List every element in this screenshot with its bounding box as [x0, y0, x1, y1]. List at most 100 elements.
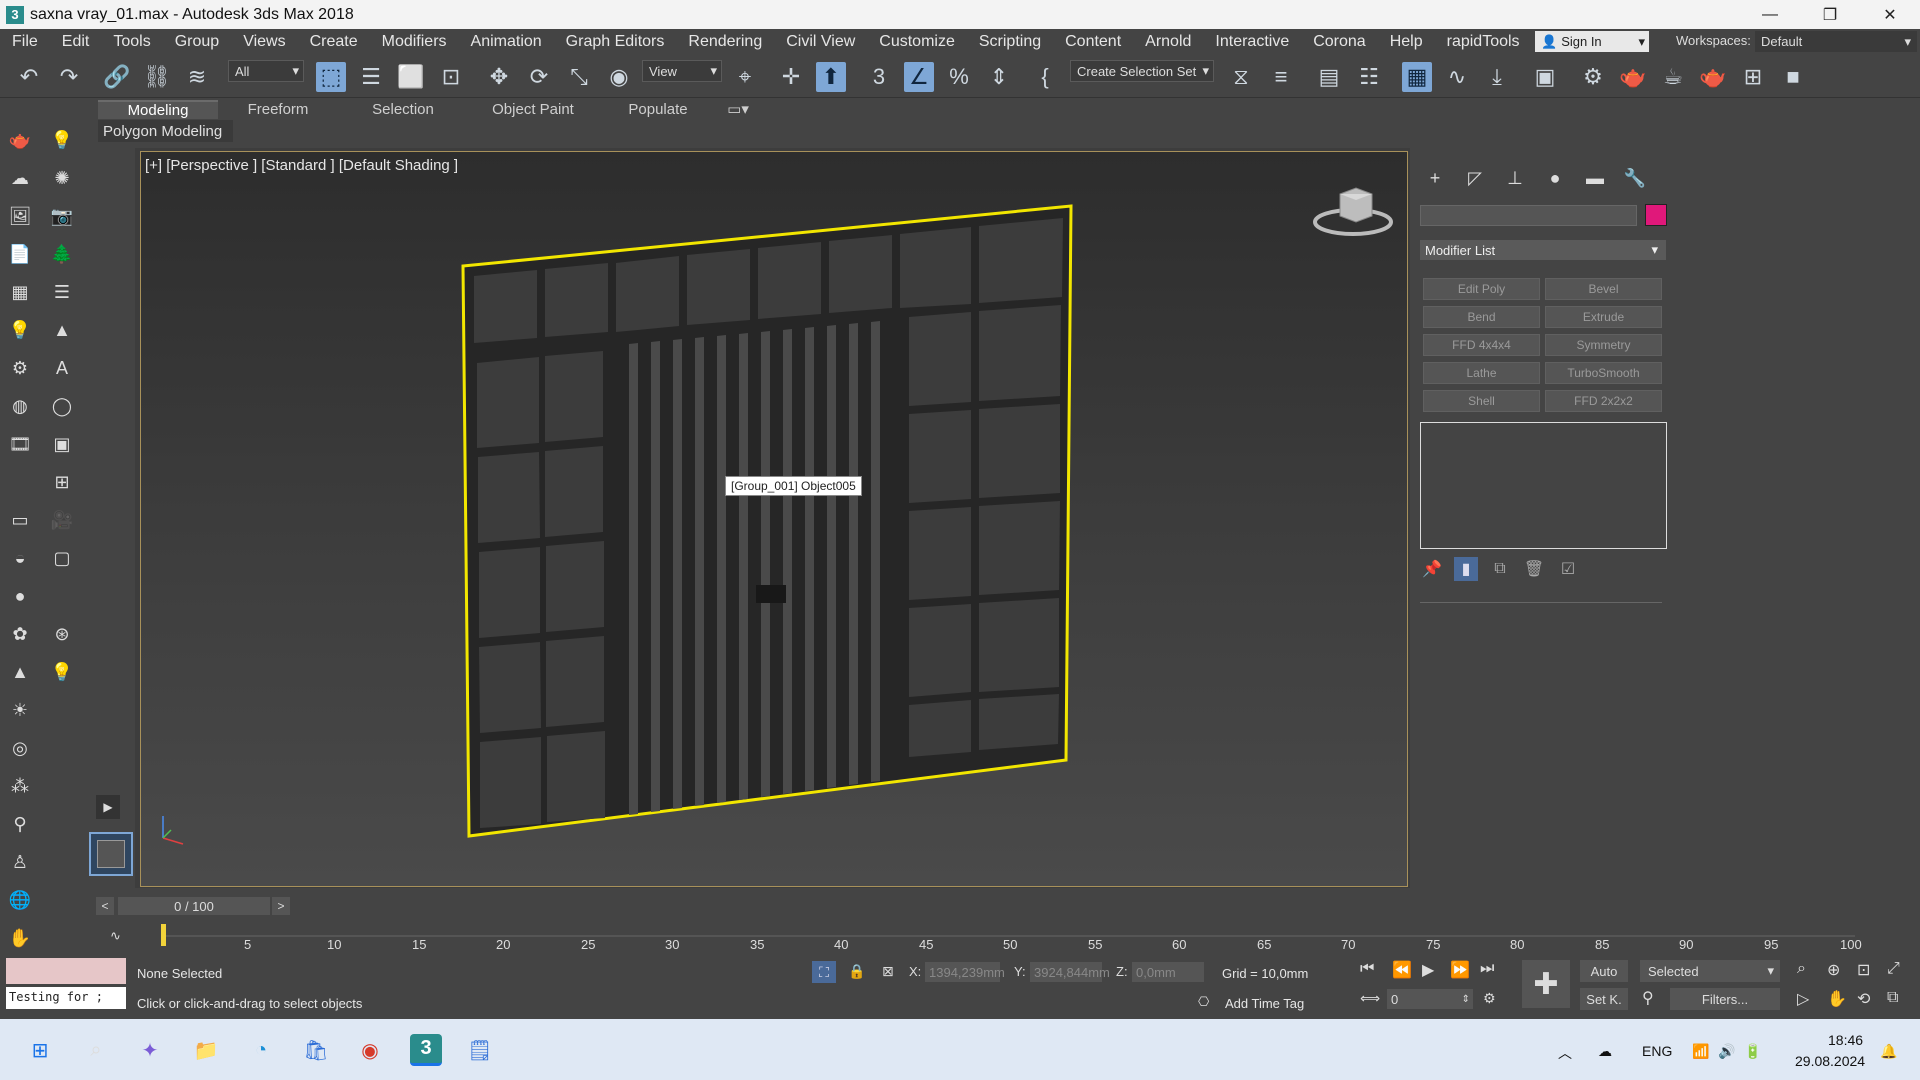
copilot-icon[interactable]: ✦ — [134, 1034, 166, 1066]
motion-tab-icon[interactable]: ● — [1535, 165, 1575, 191]
schematic-view-icon[interactable]: ⤓ — [1482, 62, 1512, 92]
file-explorer-icon[interactable]: 📁 — [190, 1034, 222, 1066]
angle-snap-icon[interactable]: ∠ — [904, 62, 934, 92]
cloud-icon[interactable]: ☁ — [6, 164, 34, 192]
previous-frame-button[interactable]: < — [96, 897, 114, 915]
edge-icon[interactable]: ◔ — [245, 1034, 277, 1066]
go-to-end-icon[interactable]: ⏭ — [1480, 960, 1494, 978]
select-object-icon[interactable]: ⬚ — [316, 62, 346, 92]
manipulate-icon[interactable]: ✛ — [776, 62, 806, 92]
minimize-button[interactable]: — — [1740, 0, 1800, 29]
helper-icon[interactable]: ⚙ — [6, 354, 34, 382]
render-message-icon[interactable]: ■ — [1778, 62, 1808, 92]
globe-icon[interactable]: 🌐 — [6, 886, 34, 914]
maximize-viewport-icon[interactable]: ⧉ — [1887, 989, 1898, 1007]
expand-arrow-icon[interactable]: ▶ — [96, 795, 120, 819]
sunlight-icon[interactable]: ☀ — [6, 696, 34, 724]
menu-arnold[interactable]: Arnold — [1133, 33, 1203, 51]
named-selection-set-dropdown[interactable]: Create Selection Set ▾ — [1070, 60, 1214, 82]
biped-icon[interactable]: ♙ — [6, 848, 34, 876]
z-coordinate-field[interactable]: 0,0mm — [1132, 962, 1204, 982]
3dsmax-taskbar-icon[interactable]: 3 — [410, 1034, 442, 1066]
modifier-edit-poly-button[interactable]: Edit Poly — [1423, 278, 1540, 300]
menu-civil-view[interactable]: Civil View — [774, 33, 867, 51]
frame-icon[interactable]: ▣ — [48, 430, 76, 458]
onedrive-icon[interactable]: ☁ — [1598, 1043, 1612, 1060]
clock-date[interactable]: 29.08.2024 — [1795, 1053, 1865, 1069]
modifier-lathe-button[interactable]: Lathe — [1423, 362, 1540, 384]
undo-icon[interactable]: ↶ — [14, 62, 44, 92]
menu-customize[interactable]: Customize — [867, 33, 967, 51]
render-production-icon[interactable]: ☕ — [1658, 62, 1688, 92]
tree-icon[interactable]: 🌲 — [48, 240, 76, 268]
place-icon[interactable]: ◉ — [604, 62, 634, 92]
modify-tab-icon[interactable]: ◸ — [1455, 165, 1495, 191]
sphere-icon[interactable]: ● — [6, 582, 34, 610]
viewport-layout-tab[interactable] — [89, 832, 133, 876]
key-mode-toggle-icon[interactable]: ⟺ — [1360, 990, 1380, 1007]
zoom-all-icon[interactable]: ⊕ — [1827, 960, 1840, 980]
menu-create[interactable]: Create — [298, 33, 370, 51]
x-coordinate-field[interactable]: 1394,239mm — [925, 962, 1005, 982]
bulb-outline-icon[interactable]: 💡 — [48, 658, 76, 686]
ring-icon[interactable]: ◯ — [48, 392, 76, 420]
set-key-big-button[interactable]: ✚ — [1522, 960, 1570, 1008]
edit-named-selection-icon[interactable]: { — [1030, 62, 1060, 92]
menu-rendering[interactable]: Rendering — [676, 33, 774, 51]
key-filters-icon[interactable]: ⚲ — [1642, 988, 1654, 1008]
lock-icon[interactable]: 🔒 — [848, 963, 865, 980]
clock-time[interactable]: 18:46 — [1828, 1032, 1863, 1048]
modifier-extrude-button[interactable]: Extrude — [1545, 306, 1662, 328]
modifier-stack[interactable] — [1420, 422, 1667, 549]
film-icon[interactable]: 🎞 — [6, 430, 34, 458]
perspective-viewport[interactable] — [140, 151, 1408, 887]
menu-scripting[interactable]: Scripting — [967, 33, 1053, 51]
window-crossing-icon[interactable]: ⊡ — [436, 62, 466, 92]
image-icon[interactable]: 🖼 — [6, 202, 34, 230]
modifier-symmetry-button[interactable]: Symmetry — [1545, 334, 1662, 356]
menu-interactive[interactable]: Interactive — [1203, 33, 1301, 51]
scene-explorer-icon[interactable]: ▤ — [1314, 62, 1344, 92]
rectangular-selection-icon[interactable]: ⬜ — [396, 62, 426, 92]
modifier-ffd-2x2x2-button[interactable]: FFD 2x2x2 — [1545, 390, 1662, 412]
battery-icon[interactable]: 🔋 — [1744, 1043, 1761, 1060]
render-setup-icon[interactable]: ⚙ — [1578, 62, 1608, 92]
key-mode-dropdown[interactable]: Selected ▾ — [1640, 960, 1780, 982]
zoom-icon[interactable]: ⌕ — [1797, 960, 1806, 978]
sun-icon[interactable]: ✺ — [48, 164, 76, 192]
bind-spacewarp-icon[interactable]: ≋ — [182, 62, 212, 92]
light-icon[interactable]: 💡 — [6, 316, 34, 344]
viewport-label[interactable]: [+] [Perspective ] [Standard ] [Default … — [145, 157, 458, 174]
tab-populate[interactable]: Populate — [598, 101, 718, 118]
zoom-extents-all-icon[interactable]: ⤢ — [1887, 960, 1900, 978]
wifi-icon[interactable]: 📶 — [1692, 1043, 1709, 1060]
render-iterative-icon[interactable]: 🫖 — [1698, 62, 1728, 92]
maxscript-mini-listener[interactable]: Testing for ; — [6, 987, 126, 1009]
ribbon-polygon-modeling[interactable]: Polygon Modeling — [98, 120, 233, 142]
menu-animation[interactable]: Animation — [459, 33, 554, 51]
auto-key-button[interactable]: Auto — [1580, 960, 1628, 982]
redo-icon[interactable]: ↷ — [54, 62, 84, 92]
link-icon[interactable]: 🔗 — [102, 62, 132, 92]
maxscript-listener-top[interactable] — [6, 958, 126, 984]
menu-modifiers[interactable]: Modifiers — [370, 33, 459, 51]
modifier-bend-button[interactable]: Bend — [1423, 306, 1540, 328]
y-coordinate-field[interactable]: 3924,844mm — [1030, 962, 1110, 982]
menu-help[interactable]: Help — [1378, 33, 1435, 51]
windows-start-icon[interactable]: ⊞ — [24, 1034, 56, 1066]
configure-modifier-sets-icon[interactable]: ☑ — [1556, 557, 1580, 581]
modifier-ffd-4x4x4-button[interactable]: FFD 4x4x4 — [1423, 334, 1540, 356]
mirror-icon[interactable]: ⧖ — [1226, 62, 1256, 92]
calendar-icon[interactable]: ▦ — [6, 278, 34, 306]
list-icon[interactable]: ☰ — [48, 278, 76, 306]
percent-snap-icon[interactable]: % — [944, 62, 974, 92]
display-tab-icon[interactable]: ▬ — [1575, 165, 1615, 191]
viewport-icon[interactable]: ▢ — [48, 544, 76, 572]
cone-icon[interactable]: ▲ — [6, 658, 34, 686]
layer-explorer-icon[interactable]: ☷ — [1354, 62, 1384, 92]
volume-icon[interactable]: 🔊 — [1718, 1043, 1735, 1060]
viewcube[interactable] — [1310, 180, 1396, 240]
object-color-swatch[interactable] — [1645, 204, 1667, 226]
orbit-icon[interactable]: ⟲ — [1857, 989, 1870, 1009]
isolate-selection-icon[interactable]: ⛶ — [812, 961, 836, 983]
